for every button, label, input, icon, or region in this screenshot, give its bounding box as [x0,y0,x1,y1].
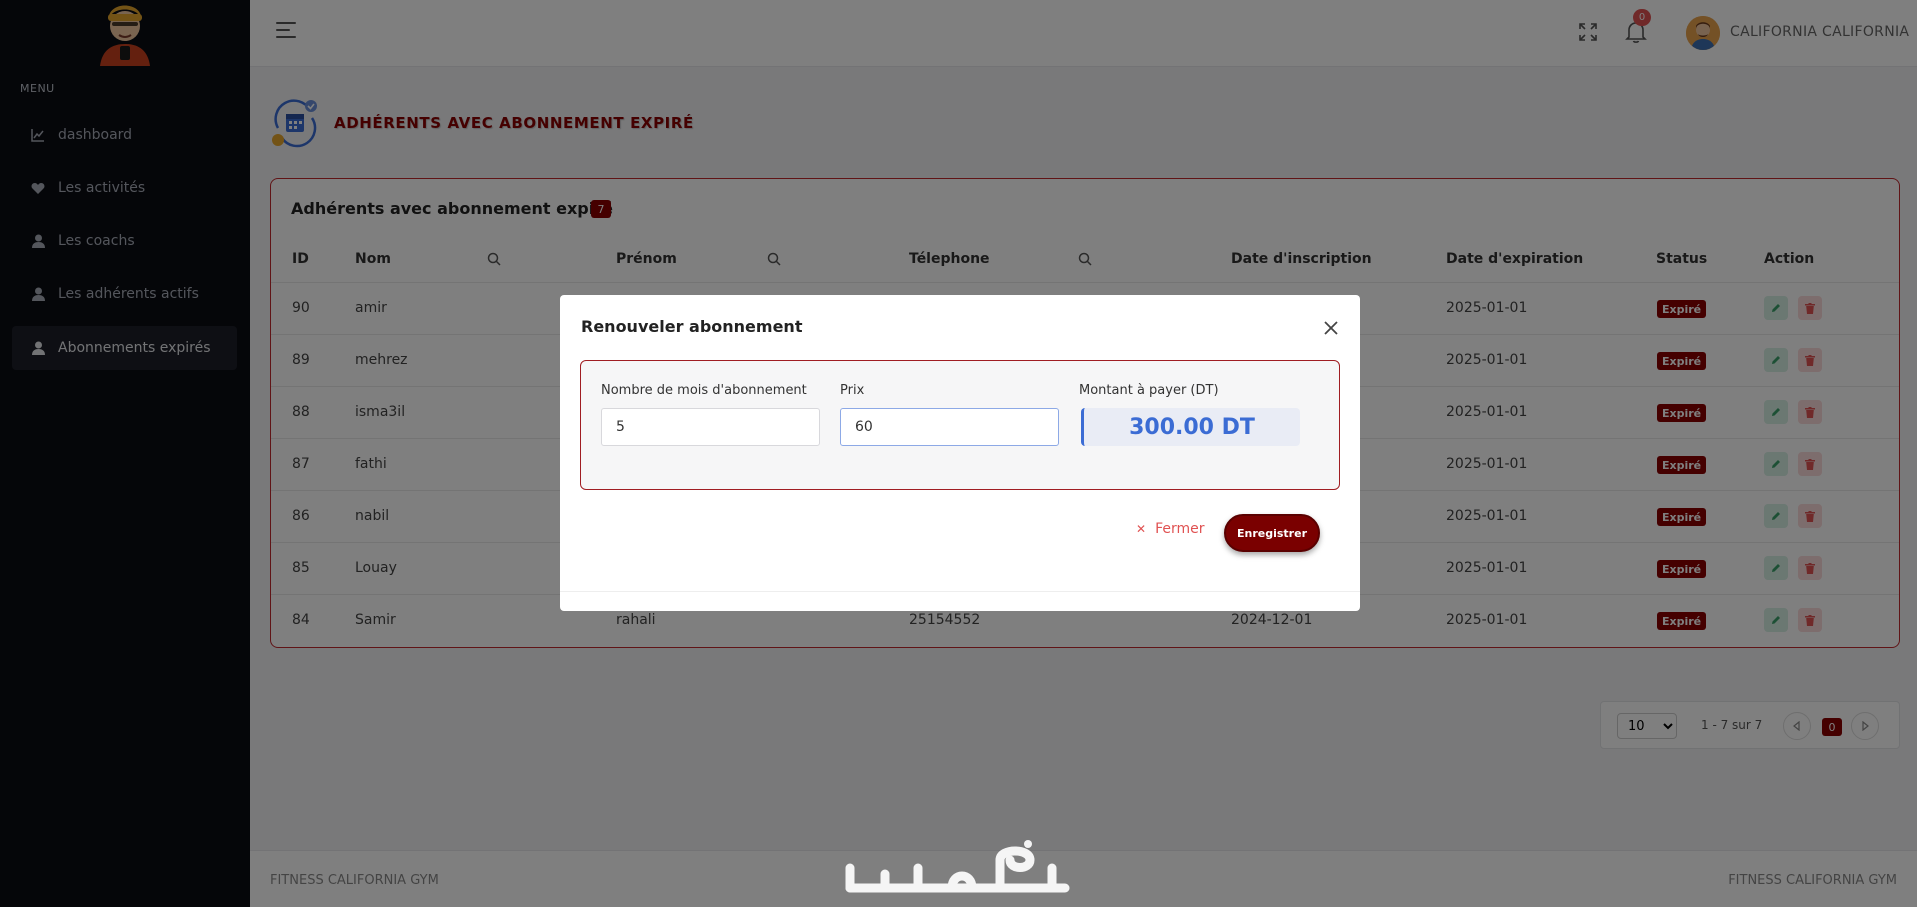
modal-title: Renouveler abonnement [581,317,803,336]
total-amount: 300.00 DT [1081,408,1300,446]
months-input[interactable] [601,408,820,446]
save-button[interactable]: Enregistrer [1224,514,1320,552]
close-button-label: Fermer [1155,521,1205,537]
close-icon[interactable] [1322,319,1340,337]
modal-divider [560,591,1360,592]
price-label: Prix [840,383,865,398]
close-button[interactable]: ✕ Fermer [1136,521,1204,537]
modal-form: Nombre de mois d'abonnement Prix Montant… [580,360,1340,490]
close-icon: ✕ [1136,522,1147,536]
watermark-logo [840,838,1075,898]
total-label: Montant à payer (DT) [1079,383,1219,398]
renew-subscription-modal: Renouveler abonnement Nombre de mois d'a… [560,295,1360,611]
price-input[interactable] [840,408,1059,446]
months-label: Nombre de mois d'abonnement [601,383,807,398]
